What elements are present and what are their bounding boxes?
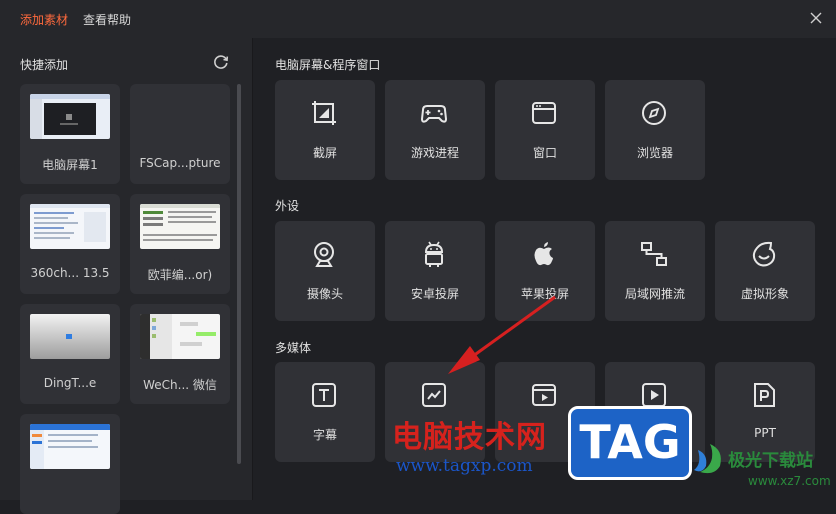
watermark-tag-logo: TAG xyxy=(568,406,692,480)
xz-logo-icon xyxy=(694,444,721,474)
watermark-xz-text: 极光下载站 xyxy=(728,451,813,471)
watermark-xz-url: www.xz7.com xyxy=(748,474,831,488)
watermark-site-url: www.tagxp.com xyxy=(396,456,533,476)
watermark-tag-text: TAG xyxy=(579,415,681,469)
watermark-site-text: 电脑技术网 xyxy=(392,420,547,455)
